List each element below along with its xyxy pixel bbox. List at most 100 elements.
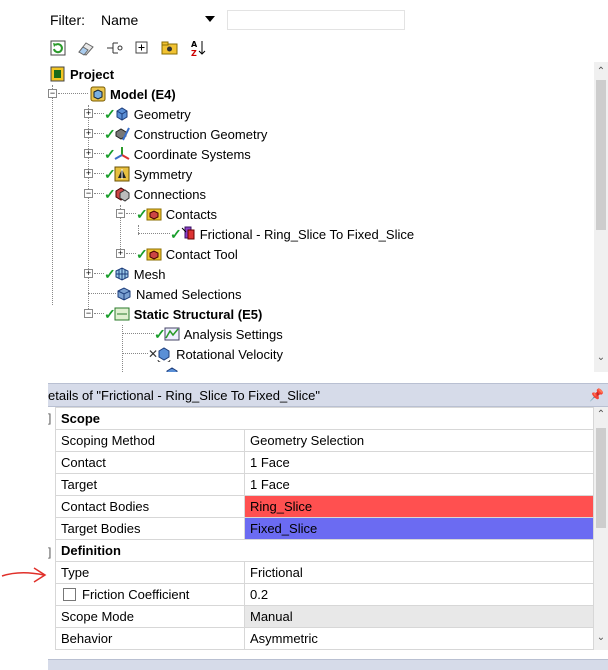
tree-node-geometry[interactable]: ✓ Geometry <box>104 104 191 124</box>
collapse-toggle[interactable]: − <box>48 89 57 98</box>
expand-toggle[interactable]: + <box>84 109 93 118</box>
details-row[interactable]: Contact 1 Face <box>55 451 594 474</box>
scroll-down-icon[interactable]: ⌄ <box>594 632 608 643</box>
expand-toggle[interactable]: + <box>84 169 93 178</box>
tree-node-label: Project <box>70 66 115 82</box>
contacts-folder-icon <box>146 206 162 222</box>
tree-node-label: Mesh <box>133 266 166 282</box>
parameter-checkbox[interactable] <box>63 588 76 601</box>
tree-node-construction-geometry[interactable]: ✓ Construction Geometry <box>104 124 267 144</box>
contact-tool-icon <box>146 246 162 262</box>
refresh-icon[interactable] <box>48 38 68 58</box>
property-label: Scoping Method <box>55 429 245 452</box>
pin-icon[interactable]: 📌 <box>589 388 604 402</box>
details-row[interactable]: Friction Coefficient 0.2 <box>55 583 594 606</box>
property-label: Target Bodies <box>55 517 245 540</box>
tree-node-coordinate-systems[interactable]: ✓ Coordinate Systems <box>104 144 251 164</box>
property-label: Type <box>55 561 245 584</box>
tree-node-frictional-contact[interactable]: ✓ Frictional - Ring_Slice To Fixed_Slice <box>170 224 414 244</box>
details-title: etails of "Frictional - Ring_Slice To Fi… <box>48 388 320 403</box>
section-definition[interactable]: Definition <box>55 539 594 562</box>
expand-toggle[interactable]: + <box>116 249 125 258</box>
section-collapse-marker[interactable]: ] <box>48 411 51 425</box>
tree-node-analysis-settings[interactable]: ✓ Analysis Settings <box>154 324 283 344</box>
property-value[interactable]: Asymmetric <box>244 627 594 650</box>
property-value[interactable]: Geometry Selection <box>244 429 594 452</box>
property-value[interactable]: 1 Face <box>244 451 594 474</box>
tree-node-label: Static Structural (E5) <box>133 306 263 322</box>
filter-dropdown[interactable]: Name <box>99 10 219 30</box>
tree-branch-icon[interactable] <box>104 38 124 58</box>
annotation-arrow-icon <box>1 567 47 583</box>
mesh-icon <box>114 266 130 282</box>
tree-toolbar: AZ <box>48 36 208 60</box>
tree-node-label: Named Selections <box>136 286 242 302</box>
expand-all-icon[interactable] <box>132 38 152 58</box>
scroll-down-icon[interactable]: ⌄ <box>594 352 608 363</box>
expand-toggle[interactable]: + <box>84 269 93 278</box>
details-row[interactable]: Scoping Method Geometry Selection <box>55 429 594 452</box>
details-row[interactable]: Target Bodies Fixed_Slice <box>55 517 594 540</box>
details-row[interactable]: Target 1 Face <box>55 473 594 496</box>
tree-node-partial <box>164 364 184 372</box>
collapse-toggle[interactable]: − <box>84 309 93 318</box>
section-collapse-marker[interactable]: ] <box>48 545 51 559</box>
tree-node-project[interactable]: Project <box>50 64 114 84</box>
outline-tree: Project − Model (E4) + ✓ Geometry + ✓ Co… <box>48 62 594 372</box>
property-label: Friction Coefficient <box>82 587 190 602</box>
partial-node-icon <box>164 366 180 372</box>
details-row[interactable]: Behavior Asymmetric <box>55 627 594 650</box>
svg-text:Z: Z <box>191 49 197 57</box>
expand-toggle[interactable]: + <box>84 129 93 138</box>
section-label: Scope <box>55 407 594 430</box>
tree-guide <box>52 85 53 305</box>
details-row[interactable]: Type Frictional <box>55 561 594 584</box>
filter-dropdown-value: Name <box>101 12 139 28</box>
property-value[interactable]: Manual <box>244 605 594 628</box>
tree-node-label: Coordinate Systems <box>133 146 251 162</box>
coordinate-axes-icon <box>114 146 130 162</box>
tree-node-symmetry[interactable]: ✓ Symmetry <box>104 164 192 184</box>
static-structural-icon <box>114 306 130 322</box>
contact-pair-icon <box>180 226 196 242</box>
scroll-up-icon[interactable]: ⌃ <box>594 66 608 77</box>
target-bodies-value[interactable]: Fixed_Slice <box>244 517 594 540</box>
property-value[interactable]: 0.2 <box>244 583 594 606</box>
tree-node-label: Rotational Velocity <box>176 346 284 362</box>
filter-search-input[interactable] <box>227 10 405 30</box>
contact-bodies-value[interactable]: Ring_Slice <box>244 495 594 518</box>
property-label: Target <box>55 473 245 496</box>
svg-text:A: A <box>191 40 198 49</box>
chevron-down-icon[interactable] <box>205 16 215 22</box>
scroll-up-icon[interactable]: ⌃ <box>594 409 608 420</box>
tree-node-static-structural[interactable]: ✓ Static Structural (E5) <box>104 304 262 324</box>
tree-node-model[interactable]: Model (E4) <box>90 84 176 104</box>
tree-node-contacts[interactable]: ✓ Contacts <box>136 204 217 224</box>
tree-node-named-selections[interactable]: Named Selections <box>116 284 242 304</box>
eraser-icon[interactable] <box>76 38 96 58</box>
expand-toggle[interactable]: + <box>84 149 93 158</box>
project-icon <box>50 66 66 82</box>
details-row[interactable]: Contact Bodies Ring_Slice <box>55 495 594 518</box>
details-scrollbar-thumb[interactable] <box>596 428 606 528</box>
tree-node-label: Frictional - Ring_Slice To Fixed_Slice <box>199 226 415 242</box>
tree-node-contact-tool[interactable]: ✓ Contact Tool <box>136 244 238 264</box>
tree-node-mesh[interactable]: ✓ Mesh <box>104 264 166 284</box>
tree-scrollbar-thumb[interactable] <box>596 80 606 230</box>
tree-node-label: Analysis Settings <box>183 326 283 342</box>
tree-node-label: Connections <box>133 186 207 202</box>
details-row[interactable]: Scope Mode Manual <box>55 605 594 628</box>
sort-az-icon[interactable]: AZ <box>188 38 208 58</box>
property-value[interactable]: Frictional <box>244 561 594 584</box>
tree-node-rotational-velocity[interactable]: ✕ Rotational Velocity <box>148 344 283 364</box>
tree-node-connections[interactable]: ✓ Connections <box>104 184 206 204</box>
tree-node-label: Symmetry <box>133 166 193 182</box>
tree-node-label: Geometry <box>133 106 191 122</box>
collapse-toggle[interactable]: − <box>116 209 125 218</box>
folder-icon[interactable] <box>160 38 180 58</box>
section-scope[interactable]: Scope <box>55 407 594 430</box>
collapse-toggle[interactable]: − <box>84 189 93 198</box>
property-value[interactable]: 1 Face <box>244 473 594 496</box>
property-label: Behavior <box>55 627 245 650</box>
named-selections-icon <box>116 286 132 302</box>
